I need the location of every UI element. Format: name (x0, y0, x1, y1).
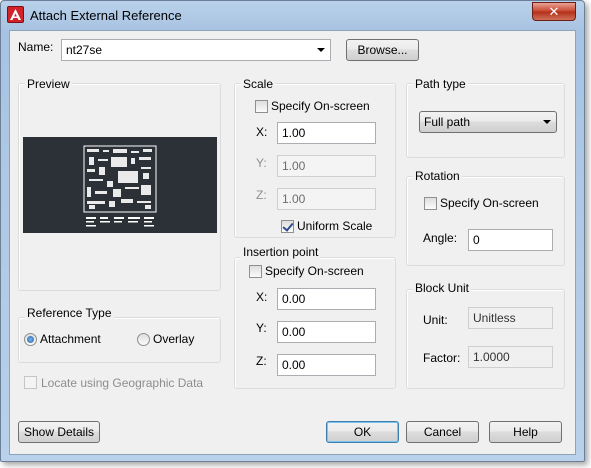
scale-z-label: Z: (256, 188, 267, 202)
scale-title: Scale (241, 77, 276, 91)
insertion-z-input[interactable]: 0.00 (277, 354, 376, 376)
unit-label: Unit: (423, 313, 448, 327)
insertion-x-input[interactable]: 0.00 (277, 288, 376, 310)
angle-label: Angle: (423, 231, 458, 245)
insertion-specify-onscreen-checkbox[interactable] (249, 265, 262, 278)
close-icon: ✕ (548, 4, 560, 19)
geographic-data-checkbox[interactable] (24, 376, 37, 389)
preview-title: Preview (25, 77, 72, 91)
rotation-specify-onscreen-checkbox[interactable] (424, 197, 437, 210)
dialog-title: Attach External Reference (30, 8, 182, 23)
block-unit-title: Block Unit (413, 281, 472, 295)
block-unit-group (406, 289, 565, 389)
browse-button[interactable]: Browse... (346, 39, 419, 61)
show-details-button[interactable]: Show Details (18, 421, 100, 443)
uniform-scale-label[interactable]: Uniform Scale (297, 219, 372, 233)
factor-label: Factor: (423, 351, 461, 365)
rotation-specify-onscreen-label[interactable]: Specify On-screen (440, 196, 539, 210)
factor-value: 1.0000 (468, 346, 553, 368)
path-type-title: Path type (413, 77, 468, 91)
insertion-point-title: Insertion point (241, 245, 321, 259)
scale-specify-onscreen-checkbox[interactable] (255, 100, 268, 113)
dialog-window: Attach External Reference ✕ Name: nt27se… (0, 0, 585, 462)
rotation-group (406, 176, 565, 266)
insertion-x-label: X: (256, 290, 268, 304)
path-type-value: Full path (424, 115, 471, 129)
drawing-thumbnail (83, 145, 157, 227)
chevron-down-icon[interactable] (543, 120, 551, 124)
uniform-scale-checkbox[interactable] (281, 220, 294, 233)
scale-x-label: X: (256, 125, 268, 139)
ok-button[interactable]: OK (326, 421, 399, 443)
attachment-label[interactable]: Attachment (40, 332, 101, 346)
name-value: nt27se (66, 43, 103, 57)
angle-input[interactable]: 0 (468, 229, 553, 251)
chevron-down-icon[interactable] (317, 48, 325, 52)
name-combobox[interactable]: nt27se (61, 39, 331, 61)
help-button[interactable]: Help (489, 421, 562, 443)
overlay-radio[interactable] (137, 333, 150, 346)
scale-y-label: Y: (256, 156, 267, 170)
dialog-client-area: Name: nt27se Browse... Preview Reference… (9, 30, 576, 455)
name-label: Name: (18, 40, 54, 54)
insertion-specify-onscreen-label[interactable]: Specify On-screen (265, 264, 364, 278)
scale-specify-onscreen-label[interactable]: Specify On-screen (271, 99, 370, 113)
unit-value: Unitless (468, 307, 553, 329)
geographic-data-label[interactable]: Locate using Geographic Data (41, 376, 203, 390)
title-bar[interactable]: Attach External Reference ✕ (1, 1, 584, 29)
scale-y-input[interactable]: 1.00 (277, 155, 376, 177)
attachment-radio[interactable] (24, 333, 37, 346)
scale-x-input[interactable]: 1.00 (277, 122, 376, 144)
path-type-dropdown[interactable]: Full path (419, 111, 557, 133)
close-button[interactable]: ✕ (532, 2, 576, 21)
cancel-button[interactable]: Cancel (406, 421, 479, 443)
overlay-label[interactable]: Overlay (153, 332, 194, 346)
insertion-z-label: Z: (256, 354, 267, 368)
scale-z-input[interactable]: 1.00 (277, 188, 376, 210)
rotation-title: Rotation (413, 169, 462, 183)
insertion-y-input[interactable]: 0.00 (277, 321, 376, 343)
autocad-icon (7, 6, 24, 23)
preview-image (23, 137, 217, 233)
reference-type-title: Reference Type (25, 306, 114, 320)
insertion-y-label: Y: (256, 321, 267, 335)
